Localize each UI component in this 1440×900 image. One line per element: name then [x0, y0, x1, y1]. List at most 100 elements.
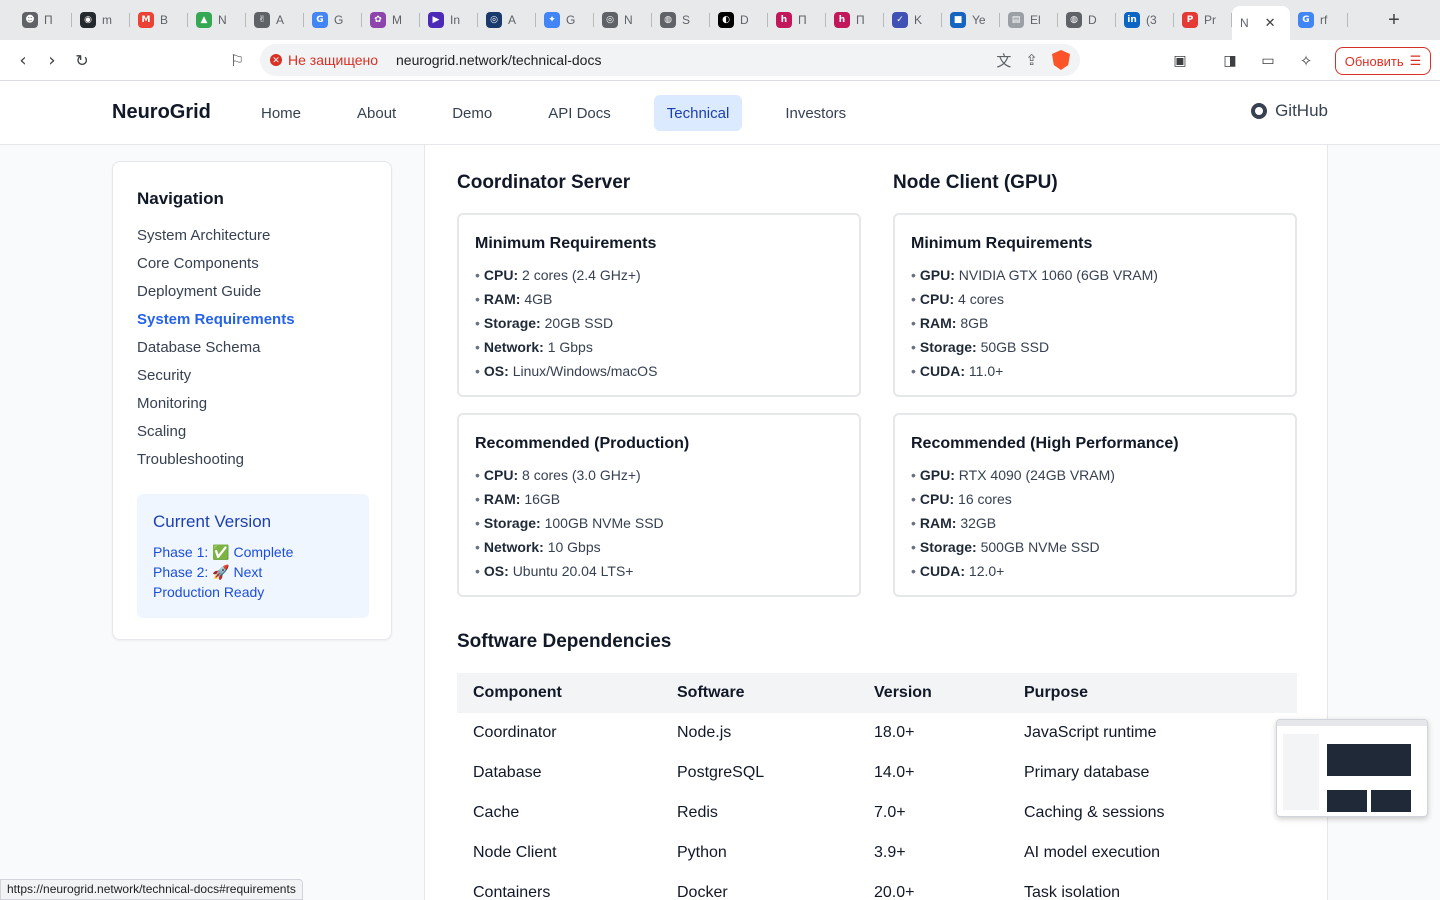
- browser-tab[interactable]: ▤El: [1000, 5, 1058, 35]
- bullet-icon: •: [911, 339, 916, 355]
- table-cell: AI model execution: [1008, 833, 1297, 873]
- new-tab-icon[interactable]: +: [1376, 5, 1412, 35]
- page-preview-thumbnail[interactable]: [1276, 719, 1428, 817]
- browser-tab[interactable]: ✿M: [362, 5, 420, 35]
- sidebar-item-core-components[interactable]: Core Components: [137, 252, 295, 280]
- browser-tab[interactable]: ◍D: [1058, 5, 1116, 35]
- sidebar-item-deployment-guide[interactable]: Deployment Guide: [137, 280, 295, 308]
- column-header: Purpose: [1008, 673, 1297, 713]
- table-cell: Node.js: [661, 713, 858, 753]
- sidebar-toggle-icon[interactable]: ◨: [1215, 46, 1245, 76]
- spec-value: 1 Gbps: [548, 339, 593, 355]
- browser-tab[interactable]: ☻П: [14, 5, 72, 35]
- spec-value: 12.0+: [969, 563, 1004, 579]
- tab-favicon-icon: ◉: [80, 12, 96, 28]
- browser-tab[interactable]: PPr: [1174, 5, 1232, 35]
- back-arrow-icon[interactable]: ‹: [8, 45, 38, 75]
- reload-icon[interactable]: ↻: [67, 45, 97, 75]
- spec-key: CPU:: [484, 267, 518, 283]
- spec-key: GPU:: [920, 467, 955, 483]
- browser-tab[interactable]: MВ: [130, 5, 188, 35]
- browser-tab[interactable]: ◐D: [710, 5, 768, 35]
- close-tab-icon[interactable]: ✕: [1265, 15, 1276, 31]
- tab-favicon-icon: ✌: [254, 12, 270, 28]
- spec-key: CUDA:: [920, 563, 965, 579]
- github-icon: [1251, 103, 1267, 119]
- nav-api-docs[interactable]: API Docs: [535, 95, 624, 131]
- node-minimum-card: Minimum Requirements•GPU: NVIDIA GTX 106…: [893, 213, 1297, 397]
- tab-title: M: [392, 13, 402, 27]
- tab-favicon-icon: ✓: [892, 12, 908, 28]
- current-version-box: Current Version Phase 1: ✅ Complete Phas…: [137, 494, 369, 618]
- tab-favicon-icon: ◐: [718, 12, 734, 28]
- github-link[interactable]: GitHub: [1251, 101, 1328, 121]
- nav-home[interactable]: Home: [248, 95, 314, 131]
- address-bar[interactable]: ✕ Не защищено neurogrid.network/technica…: [260, 44, 1080, 76]
- spec-value: 32GB: [960, 515, 996, 531]
- browser-tab[interactable]: ✦G: [536, 5, 594, 35]
- sidebar-item-database-schema[interactable]: Database Schema: [137, 336, 295, 364]
- browser-tab[interactable]: ✌A: [246, 5, 304, 35]
- spec-item: •CPU: 16 cores: [911, 487, 1115, 511]
- spec-value: 16 cores: [958, 491, 1012, 507]
- forward-arrow-icon[interactable]: ›: [37, 45, 67, 75]
- sidebar-item-scaling[interactable]: Scaling: [137, 420, 295, 448]
- nav-about[interactable]: About: [344, 95, 409, 131]
- reader-mode-icon[interactable]: ▣: [1165, 46, 1195, 76]
- spec-list: •CPU: 2 cores (2.4 GHz+)•RAM: 4GB•Storag…: [475, 263, 657, 383]
- table-row: DatabasePostgreSQL14.0+Primary database: [457, 753, 1297, 793]
- bullet-icon: •: [475, 491, 480, 507]
- browser-tab[interactable]: ▶In: [420, 5, 478, 35]
- node-section-title: Node Client (GPU): [893, 172, 1058, 194]
- browser-tab[interactable]: ▲N: [188, 5, 246, 35]
- spec-list: •GPU: NVIDIA GTX 1060 (6GB VRAM)•CPU: 4 …: [911, 263, 1158, 383]
- browser-tab[interactable]: in(3: [1116, 5, 1174, 35]
- nav-demo[interactable]: Demo: [439, 95, 505, 131]
- sidebar-item-system-requirements[interactable]: System Requirements: [137, 308, 295, 336]
- spec-item: •Storage: 20GB SSD: [475, 311, 657, 335]
- browser-tab[interactable]: ◉m: [72, 5, 130, 35]
- bookmark-icon[interactable]: ⚐: [222, 45, 252, 75]
- browser-tab[interactable]: ◍S: [652, 5, 710, 35]
- wallet-icon[interactable]: ▭: [1253, 46, 1283, 76]
- update-button[interactable]: Обновить ☰: [1335, 47, 1431, 75]
- url-text[interactable]: neurogrid.network/technical-docs: [396, 52, 601, 68]
- browser-tab[interactable]: Grf: [1290, 5, 1348, 35]
- sidebar-item-system-architecture[interactable]: System Architecture: [137, 224, 295, 252]
- main-nav: Home About Demo API Docs Technical Investors: [248, 95, 889, 131]
- browser-tab[interactable]: ✓K: [884, 5, 942, 35]
- spec-item: •Storage: 50GB SSD: [911, 335, 1158, 359]
- sidebar-item-troubleshooting[interactable]: Troubleshooting: [137, 448, 295, 476]
- browser-tab[interactable]: N✕: [1232, 6, 1290, 40]
- sidebar-item-monitoring[interactable]: Monitoring: [137, 392, 295, 420]
- browser-tab[interactable]: GG: [304, 5, 362, 35]
- bullet-icon: •: [911, 515, 916, 531]
- tab-favicon-icon: ▤: [1008, 12, 1024, 28]
- spec-item: •RAM: 32GB: [911, 511, 1115, 535]
- bullet-icon: •: [475, 563, 480, 579]
- browser-tab[interactable]: hП: [768, 5, 826, 35]
- insecure-label[interactable]: Не защищено: [288, 52, 378, 68]
- translate-icon[interactable]: 文: [996, 50, 1011, 71]
- site-logo[interactable]: NeuroGrid: [112, 101, 211, 124]
- browser-tab[interactable]: ■Ye: [942, 5, 1000, 35]
- bullet-icon: •: [475, 363, 480, 379]
- version-title: Current Version: [153, 512, 353, 532]
- sidebar-item-security[interactable]: Security: [137, 364, 295, 392]
- nav-investors[interactable]: Investors: [772, 95, 859, 131]
- browser-tab[interactable]: ◎A: [478, 5, 536, 35]
- spec-value: 4GB: [524, 291, 552, 307]
- brave-shield-icon[interactable]: [1052, 50, 1070, 70]
- leo-ai-icon[interactable]: ✧: [1291, 46, 1321, 76]
- tab-favicon-icon: ▶: [428, 12, 444, 28]
- tab-title: Pr: [1204, 13, 1216, 27]
- browser-tab[interactable]: hП: [826, 5, 884, 35]
- browser-tab[interactable]: ◎N: [594, 5, 652, 35]
- nav-technical[interactable]: Technical: [654, 95, 743, 131]
- spec-value: NVIDIA GTX 1060 (6GB VRAM): [959, 267, 1158, 283]
- spec-key: CPU:: [920, 291, 954, 307]
- card-title: Recommended (Production): [475, 435, 689, 453]
- version-status: Production Ready: [153, 582, 353, 602]
- spec-value: 10 Gbps: [548, 539, 601, 555]
- share-icon[interactable]: ⇪: [1025, 51, 1038, 69]
